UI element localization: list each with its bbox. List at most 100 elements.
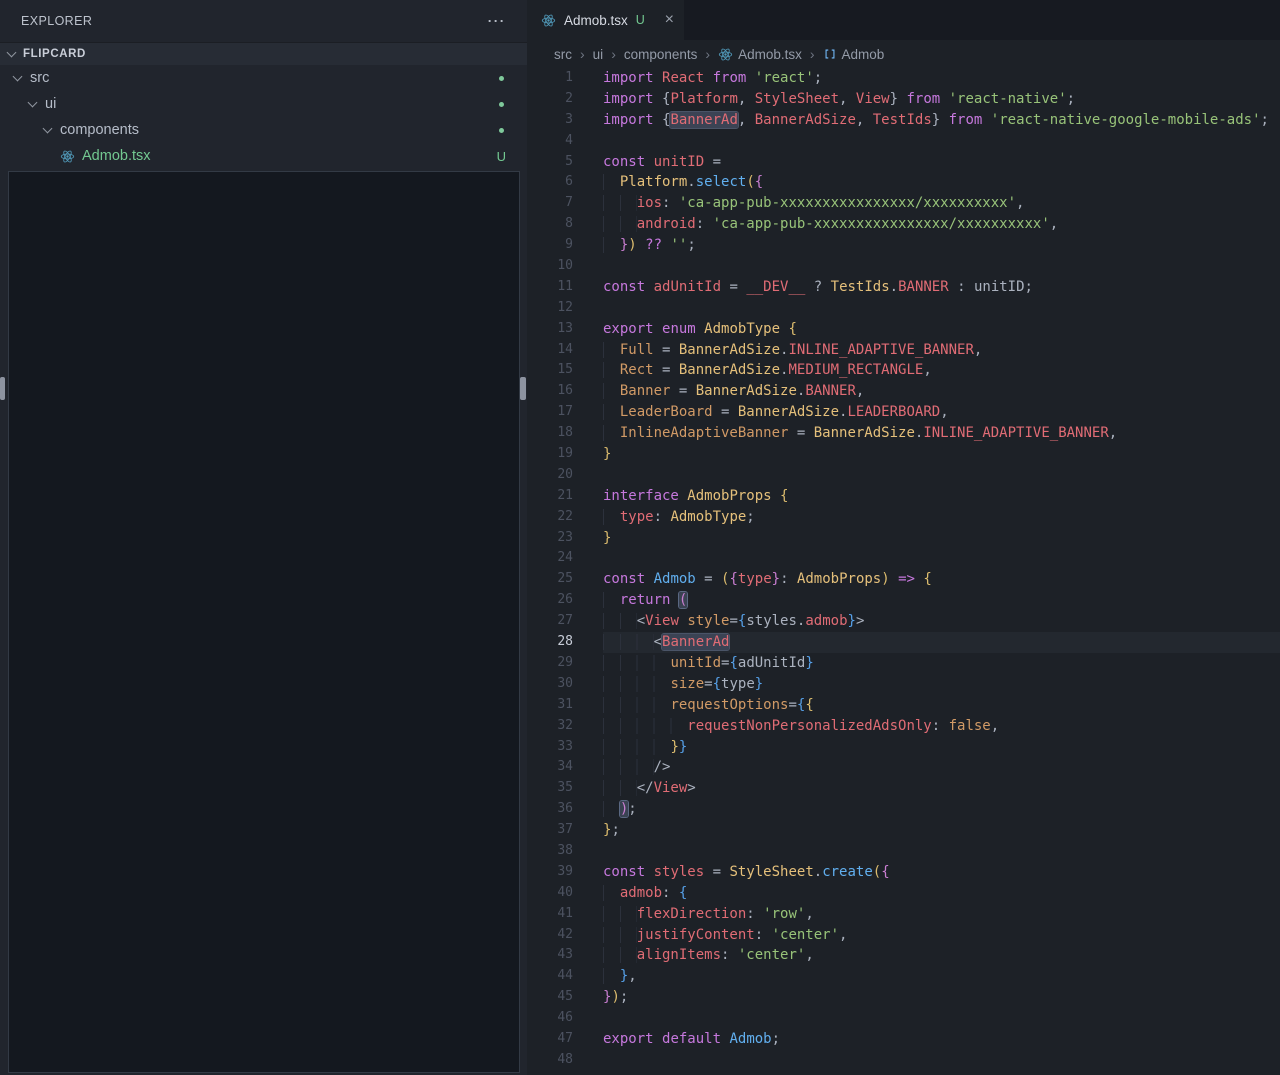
code-line[interactable]: android: 'ca-app-pub-xxxxxxxxxxxxxxxx/xx… [603, 214, 1280, 235]
tab-admob-tsx[interactable]: Admob.tsx U × [527, 0, 684, 40]
code-line[interactable]: alignItems: 'center', [603, 945, 1280, 966]
code-line[interactable]: requestOptions={{ [603, 695, 1280, 716]
tree-item-label: components [60, 122, 139, 138]
breadcrumb-item-admob[interactable]: Admob [823, 47, 884, 62]
breadcrumb-label: src [554, 46, 572, 62]
line-number: 32 [557, 717, 573, 733]
line-number: 42 [557, 926, 573, 942]
line-number: 44 [557, 968, 573, 984]
line-number: 3 [565, 111, 573, 127]
code-editor[interactable]: 1 2 3 4 5 6 7 8 9 10 11 12 13 14 15 16 17 18 19 20 21 22 23 24 2… [527, 68, 1280, 1075]
code-line[interactable]: export enum AdmobType { [603, 319, 1280, 340]
line-number: 24 [557, 550, 573, 566]
code-line[interactable]: }) ?? ''; [603, 235, 1280, 256]
code-line[interactable] [603, 548, 1280, 569]
line-number: 8 [565, 216, 573, 232]
code-line[interactable]: return ( [603, 590, 1280, 611]
code-line[interactable]: }); [603, 987, 1280, 1008]
line-number: 12 [557, 299, 573, 315]
code-line[interactable] [603, 1008, 1280, 1029]
code-line[interactable] [603, 1050, 1280, 1071]
tree-item-label: ui [45, 96, 57, 112]
code-line[interactable]: Full = BannerAdSize.INLINE_ADAPTIVE_BANN… [603, 340, 1280, 361]
breadcrumb: src › ui › components › Admob.tsx › Admob [527, 40, 1280, 68]
code-line[interactable]: }, [603, 966, 1280, 987]
code-line[interactable]: } [603, 528, 1280, 549]
chevron-down-icon [42, 123, 53, 134]
code-line[interactable]: Rect = BannerAdSize.MEDIUM_RECTANGLE, [603, 360, 1280, 381]
sidebar-resize-handle[interactable] [520, 377, 526, 400]
modified-dot-badge [499, 102, 504, 107]
code-line[interactable] [603, 465, 1280, 486]
line-number: 43 [557, 947, 573, 963]
code-line[interactable]: justifyContent: 'center', [603, 925, 1280, 946]
close-icon[interactable]: × [665, 11, 674, 29]
code-line[interactable]: export default Admob; [603, 1029, 1280, 1050]
code-line[interactable]: }} [603, 737, 1280, 758]
code-line[interactable]: <BannerAd [603, 632, 1280, 653]
breadcrumb-item-src[interactable]: src [554, 47, 572, 62]
code-line[interactable] [603, 256, 1280, 277]
code-line[interactable] [603, 298, 1280, 319]
breadcrumb-separator: › [705, 46, 711, 62]
tree-item-components[interactable]: components [0, 117, 527, 143]
code-line[interactable]: Banner = BannerAdSize.BANNER, [603, 381, 1280, 402]
code-line[interactable]: const adUnitId = __DEV__ ? TestIds.BANNE… [603, 277, 1280, 298]
code-line[interactable] [603, 841, 1280, 862]
project-name: FLIPCARD [23, 48, 86, 60]
line-number: 33 [557, 738, 573, 754]
left-scrollbar-thumb[interactable] [0, 377, 5, 400]
modified-dot-badge [499, 128, 504, 133]
breadcrumb-item-components[interactable]: components [624, 47, 698, 62]
explorer-sidebar: EXPLORER ⋯ FLIPCARD src ui components Admob… [0, 0, 527, 1075]
code-line[interactable]: import React from 'react'; [603, 68, 1280, 89]
chevron-down-icon [27, 97, 38, 108]
line-number: 39 [557, 863, 573, 879]
line-number: 1 [565, 70, 573, 85]
code-line[interactable]: </View> [603, 778, 1280, 799]
code-line[interactable]: type: AdmobType; [603, 507, 1280, 528]
code-line[interactable]: requestNonPersonalizedAdsOnly: false, [603, 716, 1280, 737]
tree-item-ui[interactable]: ui [0, 91, 527, 117]
tab-title: Admob.tsx [564, 12, 628, 28]
code-line[interactable]: InlineAdaptiveBanner = BannerAdSize.INLI… [603, 423, 1280, 444]
breadcrumb-label: Admob.tsx [738, 46, 802, 62]
code-line[interactable]: const styles = StyleSheet.create({ [603, 862, 1280, 883]
code-line[interactable]: import {Platform, StyleSheet, View} from… [603, 89, 1280, 110]
code-line[interactable]: import {BannerAd, BannerAdSize, TestIds}… [603, 110, 1280, 131]
chevron-down-icon [6, 47, 17, 58]
code-line[interactable]: ios: 'ca-app-pub-xxxxxxxxxxxxxxxx/xxxxxx… [603, 193, 1280, 214]
code-line[interactable]: ); [603, 799, 1280, 820]
code-line[interactable]: const Admob = ({type}: AdmobProps) => { [603, 569, 1280, 590]
code-line[interactable]: }; [603, 820, 1280, 841]
explorer-header: EXPLORER ⋯ [0, 0, 527, 42]
tab-bar: Admob.tsx U × [527, 0, 1280, 40]
modified-dot-badge [499, 76, 504, 81]
line-number: 21 [557, 487, 573, 503]
code-line[interactable]: } [603, 444, 1280, 465]
breadcrumb-item-admob-tsx[interactable]: Admob.tsx [718, 47, 802, 62]
breadcrumb-item-ui[interactable]: ui [593, 47, 604, 62]
code-line[interactable]: <View style={styles.admob}> [603, 611, 1280, 632]
project-section-header[interactable]: FLIPCARD [0, 42, 527, 65]
code-line[interactable]: size={type} [603, 674, 1280, 695]
line-number: 22 [557, 508, 573, 524]
tree-item-admob-tsx[interactable]: Admob.tsx U [0, 143, 527, 169]
line-number: 38 [557, 842, 573, 858]
code-line[interactable]: LeaderBoard = BannerAdSize.LEADERBOARD, [603, 402, 1280, 423]
line-number: 19 [557, 446, 573, 462]
code-line[interactable]: unitId={adUnitId} [603, 653, 1280, 674]
code-line[interactable]: interface AdmobProps { [603, 486, 1280, 507]
line-number: 20 [557, 466, 573, 482]
code-line[interactable]: flexDirection: 'row', [603, 904, 1280, 925]
line-number: 15 [557, 362, 573, 378]
more-actions-icon[interactable]: ⋯ [487, 12, 505, 30]
code-line[interactable] [603, 131, 1280, 152]
line-number: 28 [557, 634, 573, 650]
line-number: 45 [557, 989, 573, 1005]
code-line[interactable]: const unitID = [603, 152, 1280, 173]
code-line[interactable]: admob: { [603, 883, 1280, 904]
code-line[interactable]: Platform.select({ [603, 172, 1280, 193]
code-line[interactable]: /> [603, 757, 1280, 778]
tree-item-src[interactable]: src [0, 65, 527, 91]
